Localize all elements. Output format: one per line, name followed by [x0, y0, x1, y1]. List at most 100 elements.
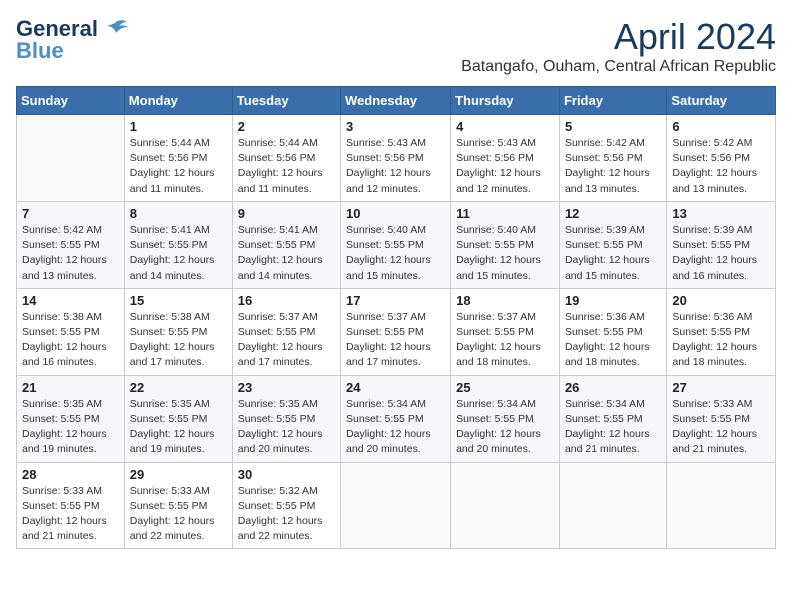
calendar-cell: 16Sunrise: 5:37 AM Sunset: 5:55 PM Dayli…	[232, 288, 340, 375]
calendar-cell: 1 Sunrise: 5:44 AM Sunset: 5:56 PM Daylig…	[124, 115, 232, 202]
day-info: Sunrise: 5:36 AM Sunset: 5:55 PM Dayligh…	[672, 310, 770, 371]
day-info: Sunrise: 5:33 AM Sunset: 5:55 PM Dayligh…	[22, 484, 119, 545]
calendar-cell: 18 Sunrise: 5:37 AM Sunset: 5:55 PM Dayli…	[451, 288, 560, 375]
day-info: Sunrise: 5:41 AM Sunset: 5:55 PM Dayligh…	[130, 223, 227, 284]
day-info: Sunrise: 5:43 AM Sunset: 5:56 PM Dayligh…	[346, 136, 445, 197]
calendar-header-tuesday: Tuesday	[232, 87, 340, 115]
calendar-cell: 29 Sunrise: 5:33 AM Sunset: 5:55 PM Dayli…	[124, 462, 232, 549]
day-number: 25	[456, 380, 554, 395]
calendar-cell: 26Sunrise: 5:34 AM Sunset: 5:55 PM Dayli…	[559, 375, 666, 462]
day-number: 18	[456, 293, 554, 308]
calendar-header-thursday: Thursday	[451, 87, 560, 115]
day-info: Sunrise: 5:43 AM Sunset: 5:56 PM Dayligh…	[456, 136, 554, 197]
calendar-cell: 13Sunrise: 5:39 AM Sunset: 5:55 PM Dayli…	[667, 201, 776, 288]
calendar-cell: 22 Sunrise: 5:35 AM Sunset: 5:55 PM Dayli…	[124, 375, 232, 462]
calendar-cell: 6 Sunrise: 5:42 AM Sunset: 5:56 PM Daylig…	[667, 115, 776, 202]
calendar-cell: 20 Sunrise: 5:36 AM Sunset: 5:55 PM Dayli…	[667, 288, 776, 375]
calendar-cell: 19 Sunrise: 5:36 AM Sunset: 5:55 PM Dayli…	[559, 288, 666, 375]
day-number: 2	[238, 119, 335, 134]
calendar-cell: 25 Sunrise: 5:34 AM Sunset: 5:55 PM Dayli…	[451, 375, 560, 462]
calendar-cell: 28 Sunrise: 5:33 AM Sunset: 5:55 PM Dayli…	[17, 462, 125, 549]
calendar-table: SundayMondayTuesdayWednesdayThursdayFrid…	[16, 86, 776, 549]
day-info: Sunrise: 5:37 AM Sunset: 5:55 PM Dayligh…	[456, 310, 554, 371]
calendar-cell: 17 Sunrise: 5:37 AM Sunset: 5:55 PM Dayli…	[341, 288, 451, 375]
day-number: 16	[238, 293, 335, 308]
day-number: 10	[346, 206, 445, 221]
calendar-cell: 23Sunrise: 5:35 AM Sunset: 5:55 PM Dayli…	[232, 375, 340, 462]
day-info: Sunrise: 5:36 AM Sunset: 5:55 PM Dayligh…	[565, 310, 661, 371]
day-info: Sunrise: 5:41 AM Sunset: 5:55 PM Dayligh…	[238, 223, 335, 284]
calendar-cell	[667, 462, 776, 549]
day-info: Sunrise: 5:42 AM Sunset: 5:56 PM Dayligh…	[672, 136, 770, 197]
logo-bird-icon	[101, 19, 129, 39]
calendar-header-wednesday: Wednesday	[341, 87, 451, 115]
calendar-cell: 7 Sunrise: 5:42 AM Sunset: 5:55 PM Daylig…	[17, 201, 125, 288]
calendar-cell: 10 Sunrise: 5:40 AM Sunset: 5:55 PM Dayli…	[341, 201, 451, 288]
logo-blue: Blue	[16, 38, 64, 64]
day-info: Sunrise: 5:38 AM Sunset: 5:55 PM Dayligh…	[130, 310, 227, 371]
calendar-week-1: 1 Sunrise: 5:44 AM Sunset: 5:56 PM Daylig…	[17, 115, 776, 202]
calendar-header-sunday: Sunday	[17, 87, 125, 115]
day-number: 21	[22, 380, 119, 395]
day-info: Sunrise: 5:39 AM Sunset: 5:55 PM Dayligh…	[565, 223, 661, 284]
day-info: Sunrise: 5:39 AM Sunset: 5:55 PM Dayligh…	[672, 223, 770, 284]
calendar-cell: 4Sunrise: 5:43 AM Sunset: 5:56 PM Daylig…	[451, 115, 560, 202]
calendar-week-2: 7 Sunrise: 5:42 AM Sunset: 5:55 PM Daylig…	[17, 201, 776, 288]
day-number: 7	[22, 206, 119, 221]
title-section: April 2024 Batangafo, Ouham, Central Afr…	[461, 16, 776, 76]
calendar-week-3: 14 Sunrise: 5:38 AM Sunset: 5:55 PM Dayli…	[17, 288, 776, 375]
day-info: Sunrise: 5:33 AM Sunset: 5:55 PM Dayligh…	[130, 484, 227, 545]
day-number: 14	[22, 293, 119, 308]
day-info: Sunrise: 5:38 AM Sunset: 5:55 PM Dayligh…	[22, 310, 119, 371]
day-info: Sunrise: 5:44 AM Sunset: 5:56 PM Dayligh…	[238, 136, 335, 197]
day-number: 29	[130, 467, 227, 482]
calendar-cell: 3Sunrise: 5:43 AM Sunset: 5:56 PM Daylig…	[341, 115, 451, 202]
calendar-header-friday: Friday	[559, 87, 666, 115]
calendar-cell	[17, 115, 125, 202]
day-number: 30	[238, 467, 335, 482]
day-info: Sunrise: 5:35 AM Sunset: 5:55 PM Dayligh…	[130, 397, 227, 458]
calendar-week-4: 21 Sunrise: 5:35 AM Sunset: 5:55 PM Dayli…	[17, 375, 776, 462]
location-title: Batangafo, Ouham, Central African Republ…	[461, 58, 776, 76]
calendar-cell: 9 Sunrise: 5:41 AM Sunset: 5:55 PM Daylig…	[232, 201, 340, 288]
day-info: Sunrise: 5:35 AM Sunset: 5:55 PM Dayligh…	[238, 397, 335, 458]
day-info: Sunrise: 5:34 AM Sunset: 5:55 PM Dayligh…	[346, 397, 445, 458]
day-number: 24	[346, 380, 445, 395]
calendar-header-monday: Monday	[124, 87, 232, 115]
day-number: 5	[565, 119, 661, 134]
calendar-cell	[341, 462, 451, 549]
calendar-cell: 11Sunrise: 5:40 AM Sunset: 5:55 PM Dayli…	[451, 201, 560, 288]
page-header: General Blue April 2024 Batangafo, Ouham…	[16, 16, 776, 76]
calendar-cell: 8 Sunrise: 5:41 AM Sunset: 5:55 PM Daylig…	[124, 201, 232, 288]
day-number: 20	[672, 293, 770, 308]
calendar-cell: 24 Sunrise: 5:34 AM Sunset: 5:55 PM Dayli…	[341, 375, 451, 462]
day-info: Sunrise: 5:42 AM Sunset: 5:55 PM Dayligh…	[22, 223, 119, 284]
calendar-cell: 21 Sunrise: 5:35 AM Sunset: 5:55 PM Dayli…	[17, 375, 125, 462]
day-number: 22	[130, 380, 227, 395]
day-number: 17	[346, 293, 445, 308]
day-number: 1	[130, 119, 227, 134]
calendar-cell: 5Sunrise: 5:42 AM Sunset: 5:56 PM Daylig…	[559, 115, 666, 202]
day-number: 27	[672, 380, 770, 395]
day-number: 26	[565, 380, 661, 395]
calendar-cell: 12Sunrise: 5:39 AM Sunset: 5:55 PM Dayli…	[559, 201, 666, 288]
calendar-cell	[559, 462, 666, 549]
day-info: Sunrise: 5:40 AM Sunset: 5:55 PM Dayligh…	[346, 223, 445, 284]
day-number: 15	[130, 293, 227, 308]
day-info: Sunrise: 5:37 AM Sunset: 5:55 PM Dayligh…	[346, 310, 445, 371]
day-info: Sunrise: 5:32 AM Sunset: 5:55 PM Dayligh…	[238, 484, 335, 545]
day-number: 28	[22, 467, 119, 482]
day-number: 8	[130, 206, 227, 221]
day-info: Sunrise: 5:34 AM Sunset: 5:55 PM Dayligh…	[456, 397, 554, 458]
calendar-cell: 14 Sunrise: 5:38 AM Sunset: 5:55 PM Dayli…	[17, 288, 125, 375]
day-info: Sunrise: 5:44 AM Sunset: 5:56 PM Dayligh…	[130, 136, 227, 197]
day-number: 9	[238, 206, 335, 221]
calendar-week-5: 28 Sunrise: 5:33 AM Sunset: 5:55 PM Dayli…	[17, 462, 776, 549]
month-title: April 2024	[461, 16, 776, 58]
day-number: 6	[672, 119, 770, 134]
calendar-header-row: SundayMondayTuesdayWednesdayThursdayFrid…	[17, 87, 776, 115]
day-info: Sunrise: 5:33 AM Sunset: 5:55 PM Dayligh…	[672, 397, 770, 458]
day-info: Sunrise: 5:35 AM Sunset: 5:55 PM Dayligh…	[22, 397, 119, 458]
day-number: 19	[565, 293, 661, 308]
calendar-cell	[451, 462, 560, 549]
